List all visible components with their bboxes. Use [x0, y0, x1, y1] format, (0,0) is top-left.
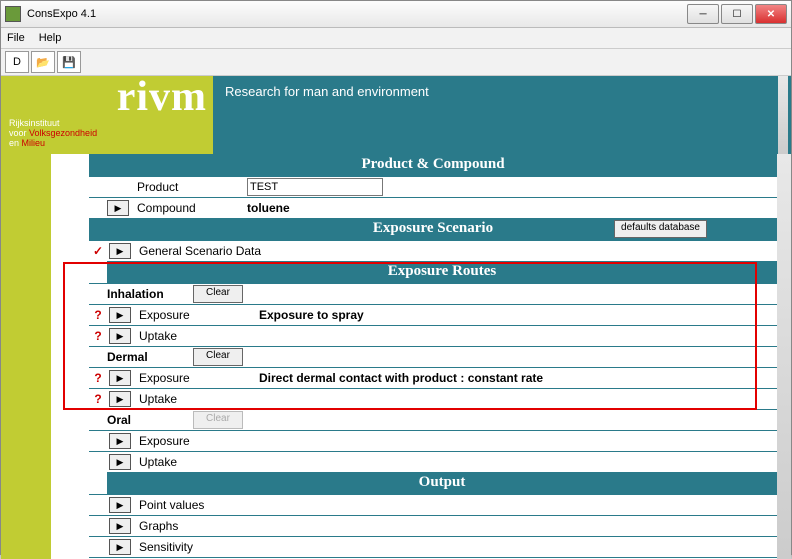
inhalation-exposure-expand-button[interactable]: ▶ — [109, 307, 131, 323]
banner-tagline-area: Research for man and environment — [213, 76, 791, 154]
compound-label: Compound — [137, 201, 247, 215]
app-window: ConsExpo 4.1 ─ ☐ ✕ File Help D 📂 💾 rivm … — [0, 0, 792, 555]
window-title: ConsExpo 4.1 — [27, 8, 687, 20]
logo-text: rivm — [117, 76, 207, 118]
logo-sub3a: en — [9, 138, 22, 148]
new-button[interactable]: D — [5, 51, 29, 73]
oral-exposure-expand-button[interactable]: ▶ — [109, 433, 131, 449]
save-button[interactable]: 💾 — [57, 51, 81, 73]
inhalation-exposure-value: Exposure to spray — [259, 308, 777, 322]
left-gutter — [1, 154, 51, 559]
oral-label: Oral — [107, 413, 193, 427]
oral-uptake-label: Uptake — [139, 455, 259, 469]
graphs-label: Graphs — [139, 519, 777, 533]
app-icon — [5, 6, 21, 22]
logo-sub1: Rijksinstituut — [9, 118, 60, 128]
dermal-exposure-expand-button[interactable]: ▶ — [109, 370, 131, 386]
section-exposure-scenario-label: Exposure Scenario — [373, 220, 493, 236]
scrollbar[interactable] — [777, 154, 791, 559]
graphs-expand-button[interactable]: ▶ — [109, 518, 131, 534]
section-output: Output — [107, 472, 777, 494]
point-values-label: Point values — [139, 498, 777, 512]
route-oral: Oral Clear — [89, 409, 777, 430]
content-column: Product & Compound Product ▶ Compound to… — [51, 154, 777, 559]
row-dermal-exposure: ? ▶ Exposure Direct dermal contact with … — [89, 367, 777, 388]
titlebar: ConsExpo 4.1 ─ ☐ ✕ — [1, 1, 791, 28]
check-icon: ✓ — [89, 244, 107, 258]
section-exposure-scenario: Exposure Scenario defaults database — [89, 218, 777, 240]
menu-file[interactable]: File — [7, 32, 25, 44]
section-exposure-routes: Exposure Routes — [107, 261, 777, 283]
sensitivity-expand-button[interactable]: ▶ — [109, 539, 131, 555]
row-dermal-uptake: ? ▶ Uptake — [89, 388, 777, 409]
row-product: Product — [89, 176, 777, 197]
banner: rivm Rijksinstituut voor Volksgezondheid… — [1, 76, 791, 154]
logo-block: rivm Rijksinstituut voor Volksgezondheid… — [1, 76, 213, 154]
compound-value: toluene — [247, 201, 777, 215]
dermal-exposure-label: Exposure — [139, 371, 259, 385]
row-inhalation-exposure: ? ▶ Exposure Exposure to spray — [89, 304, 777, 325]
row-compound: ▶ Compound toluene — [89, 197, 777, 218]
window-buttons: ─ ☐ ✕ — [687, 4, 787, 24]
oral-exposure-label: Exposure — [139, 434, 259, 448]
route-inhalation: Inhalation Clear — [89, 283, 777, 304]
close-button[interactable]: ✕ — [755, 4, 787, 24]
general-scenario-label: General Scenario Data — [139, 244, 777, 258]
oral-clear-button: Clear — [193, 411, 243, 429]
logo-sub3b: Milieu — [22, 138, 46, 148]
question-icon: ? — [89, 392, 107, 406]
question-icon: ? — [89, 371, 107, 385]
defaults-database-button[interactable]: defaults database — [614, 220, 707, 238]
logo-sub2b: Volksgezondheid — [29, 128, 97, 138]
point-values-expand-button[interactable]: ▶ — [109, 497, 131, 513]
dermal-clear-button[interactable]: Clear — [193, 348, 243, 366]
inhalation-clear-button[interactable]: Clear — [193, 285, 243, 303]
question-icon: ? — [89, 329, 107, 343]
main-area: Product & Compound Product ▶ Compound to… — [1, 154, 791, 559]
tagline-text: Research for man and environment — [225, 84, 429, 99]
product-label: Product — [137, 180, 247, 194]
section-product-compound: Product & Compound — [89, 154, 777, 176]
sensitivity-label: Sensitivity — [139, 540, 777, 554]
inhalation-label: Inhalation — [107, 287, 193, 301]
logo-sub2a: voor — [9, 128, 29, 138]
row-graphs: ▶ Graphs — [89, 515, 777, 536]
maximize-button[interactable]: ☐ — [721, 4, 753, 24]
row-sensitivity: ▶ Sensitivity — [89, 536, 777, 557]
dermal-label: Dermal — [107, 350, 193, 364]
inhalation-exposure-label: Exposure — [139, 308, 259, 322]
dermal-uptake-label: Uptake — [139, 392, 259, 406]
row-oral-uptake: ▶ Uptake — [89, 451, 777, 472]
minimize-button[interactable]: ─ — [687, 4, 719, 24]
dermal-exposure-value: Direct dermal contact with product : con… — [259, 371, 777, 385]
toolbar: D 📂 💾 — [1, 49, 791, 76]
open-button[interactable]: 📂 — [31, 51, 55, 73]
inhalation-uptake-label: Uptake — [139, 329, 259, 343]
general-scenario-expand-button[interactable]: ▶ — [109, 243, 131, 259]
route-dermal: Dermal Clear — [89, 346, 777, 367]
question-icon: ? — [89, 308, 107, 322]
logo-subtitle: Rijksinstituut voor Volksgezondheid en M… — [9, 118, 97, 148]
menu-help[interactable]: Help — [39, 32, 62, 44]
menubar: File Help — [1, 28, 791, 49]
oral-uptake-expand-button[interactable]: ▶ — [109, 454, 131, 470]
product-input[interactable] — [247, 178, 383, 196]
row-inhalation-uptake: ? ▶ Uptake — [89, 325, 777, 346]
row-point-values: ▶ Point values — [89, 494, 777, 515]
compound-expand-button[interactable]: ▶ — [107, 200, 129, 216]
dermal-uptake-expand-button[interactable]: ▶ — [109, 391, 131, 407]
row-general-scenario: ✓ ▶ General Scenario Data — [89, 240, 777, 261]
inhalation-uptake-expand-button[interactable]: ▶ — [109, 328, 131, 344]
row-oral-exposure: ▶ Exposure — [89, 430, 777, 451]
